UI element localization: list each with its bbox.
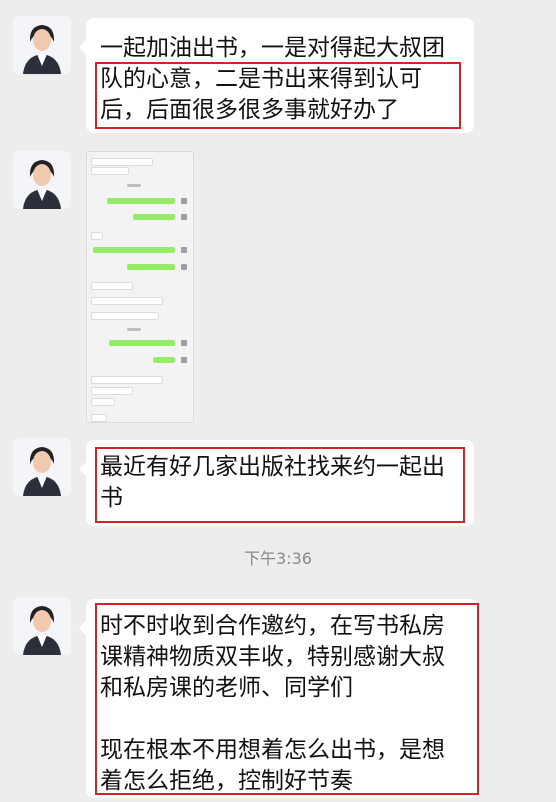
chat-screenshot-thumbnail[interactable] <box>86 151 194 423</box>
message-text <box>100 704 464 735</box>
avatar[interactable] <box>13 597 71 655</box>
message-text: 现在根本不用想着怎么出书，是想 <box>100 737 445 763</box>
message-bubble[interactable]: 最近有好几家出版社找来约一起出 书 <box>79 440 474 526</box>
avatar[interactable] <box>13 151 71 209</box>
message-text: 着怎么拒绝，控制好节奏 <box>100 768 353 794</box>
message-text: 最近有好几家出版社找来约一起出 <box>100 454 445 480</box>
message-text: 队的心意，二是书出来得到认可 <box>100 66 422 92</box>
timestamp: 下午3:36 <box>244 549 312 568</box>
avatar[interactable] <box>13 438 71 496</box>
message-bubble[interactable]: 一起加油出书，一是对得起大叔团 队的心意，二是书出来得到认可 后，后面很多很多事… <box>79 18 474 133</box>
message-text: 后，后面很多很多事就好办了 <box>100 97 399 123</box>
message-bubble[interactable]: 时不时收到合作邀约，在写书私房 课精神物质双丰收，特别感谢大叔 和私房课的老师、… <box>79 599 478 798</box>
message-text: 一起加油出书，一是对得起大叔团 <box>100 35 445 61</box>
message-text: 课精神物质双丰收，特别感谢大叔 <box>100 644 445 670</box>
message-text: 和私房课的老师、同学们 <box>100 675 353 701</box>
avatar[interactable] <box>13 16 71 74</box>
message-text: 时不时收到合作邀约，在写书私房 <box>100 613 445 639</box>
message-text: 书 <box>100 485 123 511</box>
